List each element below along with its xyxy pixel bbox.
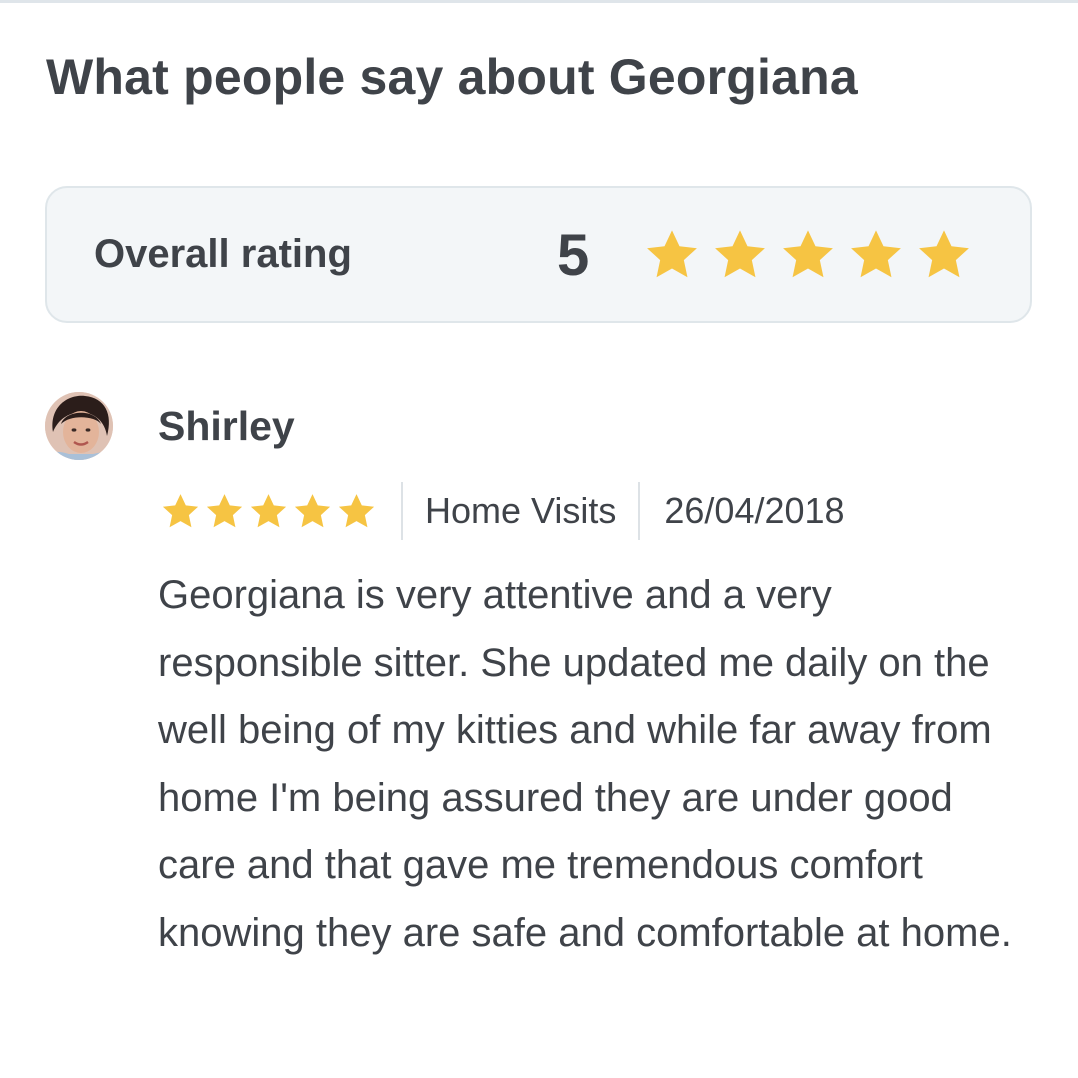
star-icon [647, 230, 697, 278]
page-title: What people say about Georgiana [46, 49, 858, 105]
overall-rating-stars [643, 226, 973, 284]
star-icon [851, 230, 901, 278]
review-date: 26/04/2018 [664, 490, 845, 531]
review-meta: Home Visits 26/04/2018 [160, 481, 845, 541]
meta-divider [638, 482, 641, 540]
person-avatar-icon [45, 392, 113, 460]
overall-rating-card: Overall rating 5 [45, 186, 1032, 323]
star-icon [783, 230, 833, 278]
star-icon [250, 493, 287, 527]
star-icon [919, 230, 969, 278]
overall-rating-value: 5 [557, 223, 590, 288]
star-icon [294, 493, 331, 527]
meta-divider [401, 482, 403, 540]
star-icon [162, 493, 199, 527]
reviewer-avatar[interactable] [45, 392, 113, 460]
review-text: Georgiana is very attentive and a very r… [158, 573, 1012, 955]
star-icon [206, 493, 243, 527]
star-icon [338, 493, 375, 527]
review-service: Home Visits [425, 490, 617, 531]
reviewer-name[interactable]: Shirley [158, 403, 295, 450]
overall-rating-label: Overall rating [94, 232, 352, 276]
top-divider [0, 0, 1078, 3]
review-rating-stars [160, 491, 377, 532]
star-icon [715, 230, 765, 278]
